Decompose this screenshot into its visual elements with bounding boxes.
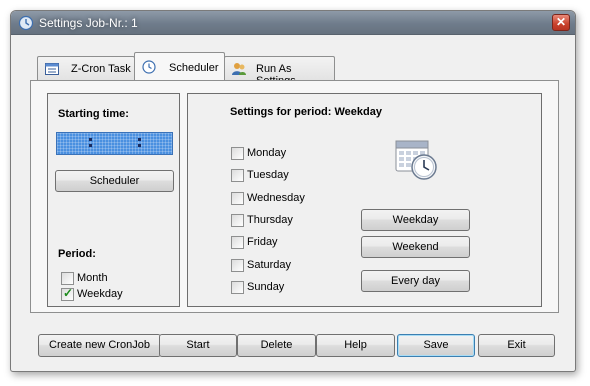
period-label: Period: xyxy=(58,248,96,260)
thursday-checkbox[interactable] xyxy=(231,214,244,227)
time-display[interactable] xyxy=(56,132,173,155)
day-label: Sunday xyxy=(247,281,285,293)
scheduler-button[interactable]: Scheduler xyxy=(55,170,174,192)
check-icon: ✓ xyxy=(63,286,74,300)
month-label: Month xyxy=(77,272,108,284)
tab-label: Scheduler xyxy=(169,62,219,74)
users-icon xyxy=(232,63,246,75)
weekday-button[interactable]: Weekday xyxy=(361,209,470,231)
title-bar[interactable]: Settings Job-Nr.: 1 ✕ xyxy=(11,11,575,35)
close-button[interactable]: ✕ xyxy=(552,14,570,31)
tab-label: Z-Cron Task xyxy=(71,63,131,75)
day-label: Friday xyxy=(247,236,278,248)
day-label: Thursday xyxy=(247,214,293,226)
weekend-button[interactable]: Weekend xyxy=(361,236,470,258)
wednesday-checkbox[interactable] xyxy=(231,192,244,205)
tuesday-checkbox[interactable] xyxy=(231,169,244,182)
day-label: Tuesday xyxy=(247,169,289,181)
day-label: Monday xyxy=(247,147,287,159)
window-title: Settings Job-Nr.: 1 xyxy=(39,16,138,30)
calendar-clock-icon xyxy=(395,140,437,180)
app-icon xyxy=(18,15,34,31)
delete-button[interactable]: Delete xyxy=(237,334,316,357)
tab-run-as-settings[interactable]: Run As Settings xyxy=(224,56,335,87)
monday-checkbox[interactable] xyxy=(231,147,244,160)
tab-z-cron-task[interactable]: Z-Cron Task xyxy=(37,56,135,80)
time-separator xyxy=(138,136,142,150)
starting-time-label: Starting time: xyxy=(58,108,129,120)
saturday-checkbox[interactable] xyxy=(231,259,244,272)
save-button[interactable]: Save xyxy=(397,334,475,357)
exit-button[interactable]: Exit xyxy=(478,334,555,357)
month-checkbox[interactable] xyxy=(61,272,74,285)
help-button[interactable]: Help xyxy=(316,334,395,357)
day-label: Wednesday xyxy=(247,192,305,204)
day-label: Saturday xyxy=(247,259,292,271)
tab-scheduler[interactable]: Scheduler xyxy=(134,52,225,80)
time-separator xyxy=(89,136,93,150)
sunday-checkbox[interactable] xyxy=(231,281,244,294)
close-icon: ✕ xyxy=(555,15,567,29)
create-new-cronjob-button[interactable]: Create new CronJob xyxy=(38,334,161,357)
friday-checkbox[interactable] xyxy=(231,236,244,249)
period-settings-heading: Settings for period: Weekday xyxy=(230,106,382,118)
start-button[interactable]: Start xyxy=(159,334,237,357)
every-day-button[interactable]: Every day xyxy=(361,270,470,292)
clock-icon xyxy=(142,60,156,74)
weekday-label: Weekday xyxy=(77,288,123,300)
task-list-icon xyxy=(45,63,59,75)
weekday-checkbox[interactable]: ✓ xyxy=(61,286,74,301)
